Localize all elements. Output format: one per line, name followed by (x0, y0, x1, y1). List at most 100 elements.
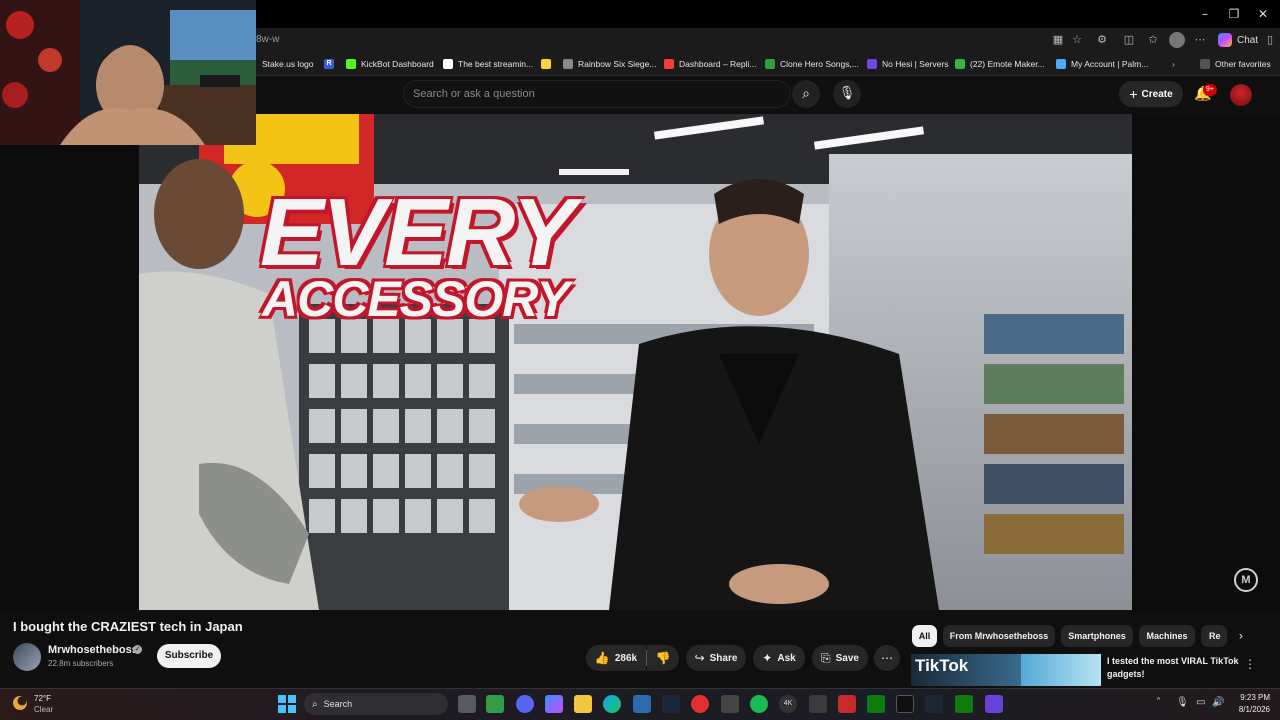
bookmark-item[interactable]: (22) Emote Maker... (955, 56, 1045, 72)
channel-name[interactable]: Mrwhosetheboss (48, 644, 138, 656)
bookmark-item[interactable]: Stake.us logo (262, 56, 314, 72)
bookmark-item[interactable]: Rainbow Six Siege... (563, 56, 656, 72)
task-view-icon[interactable] (458, 695, 476, 713)
chip-partial[interactable]: Re (1201, 625, 1227, 647)
taskbar-search[interactable]: ⌕ Search (304, 693, 448, 715)
split-screen-icon[interactable]: ◫ (1121, 32, 1137, 48)
more-vertical-icon[interactable]: ⋮ (1244, 656, 1256, 672)
minimize-icon[interactable]: – (1190, 4, 1220, 24)
like-button[interactable]: 👍 286k (586, 645, 646, 671)
save-button[interactable]: ⎘ Save (812, 645, 868, 671)
bookmark-item[interactable]: No Hesi | Servers (867, 56, 948, 72)
app-icon[interactable] (691, 695, 709, 713)
chip-from-channel[interactable]: From Mrwhosetheboss (943, 625, 1055, 647)
steam-icon[interactable] (925, 695, 943, 713)
app-icon[interactable] (838, 695, 856, 713)
steam-icon[interactable] (662, 695, 680, 713)
weather-condition[interactable]: Clear (34, 705, 53, 714)
taskbar-date[interactable]: 8/1/2026 (1228, 705, 1270, 714)
other-favorites[interactable]: Other favorites (1200, 56, 1271, 72)
webcam-feed-image (0, 0, 256, 145)
app-icon[interactable] (896, 695, 914, 713)
bookmark-item[interactable]: KickBot Dashboard (346, 56, 434, 72)
maximize-icon[interactable]: ❐ (1219, 4, 1249, 24)
replit-icon (664, 59, 674, 69)
app-icon[interactable] (809, 695, 827, 713)
chevron-right-icon[interactable]: › (1232, 627, 1250, 645)
chip-smartphones[interactable]: Smartphones (1061, 625, 1133, 647)
copilot-taskbar-icon[interactable] (545, 695, 563, 713)
recommendation-title[interactable]: I tested the most VIRAL TikTok gadgets! (1107, 655, 1239, 681)
bookmark-item[interactable]: The best streamin... (443, 56, 533, 72)
subscriber-count: 22.8m subscribers (48, 659, 114, 668)
edge-icon[interactable] (603, 695, 621, 713)
thumbs-down-icon: 👎 (655, 651, 671, 665)
channel-avatar[interactable] (13, 643, 41, 671)
create-button[interactable]: + Create (1119, 81, 1183, 107)
start-menu-icon[interactable] (278, 695, 296, 713)
nvidia-icon[interactable] (486, 695, 504, 713)
bookmark-item[interactable]: R (324, 56, 334, 72)
share-button[interactable]: ↪ Share (686, 645, 746, 671)
account-icon (1056, 59, 1066, 69)
yellow-bookmark-icon (541, 59, 551, 69)
volume-icon[interactable]: 🔊 (1212, 697, 1224, 708)
nohesi-icon (867, 59, 877, 69)
bookmark-item[interactable]: Clone Hero Songs,... (765, 56, 859, 72)
network-icon[interactable]: ▭ (1196, 697, 1205, 708)
recommendation-thumbnail[interactable]: TikTok (911, 654, 1101, 686)
webcam-overlay (0, 0, 256, 145)
file-explorer-icon[interactable] (574, 695, 592, 713)
bookmark-item[interactable]: Dashboard – Repli... (664, 56, 757, 72)
app-icon[interactable] (985, 695, 1003, 713)
bookmark-item[interactable]: My Account | Palm... (1056, 56, 1148, 72)
discord-icon[interactable] (516, 695, 534, 713)
streaming-icon (443, 59, 453, 69)
store-icon[interactable] (633, 695, 651, 713)
bookmark-icon: ⎘ (821, 650, 831, 665)
more-actions-button[interactable]: ⋯ (874, 645, 900, 671)
4k-app-icon[interactable]: 4K (779, 695, 797, 713)
sidebar-toggle-icon[interactable]: ▯ (1262, 32, 1278, 48)
chip-machines[interactable]: Machines (1139, 625, 1195, 647)
ask-button[interactable]: ✦ Ask (753, 645, 805, 671)
url-text[interactable]: 8w-w (256, 34, 279, 45)
settings-icon[interactable] (721, 695, 739, 713)
copilot-chat-button[interactable]: Chat (1218, 31, 1258, 49)
chip-all[interactable]: All (912, 625, 937, 647)
extensions-icon[interactable]: ⚙ (1094, 32, 1110, 48)
share-icon: ↪ (694, 651, 705, 665)
thumbnail-text: TikTok (915, 656, 969, 675)
microphone-tray-icon[interactable]: 🎙 (1176, 697, 1189, 708)
chevron-up-icon[interactable]: ˄ (1156, 697, 1161, 708)
channel-watermark-icon[interactable]: M (1234, 568, 1258, 592)
subscribe-button[interactable]: Subscribe (157, 644, 221, 668)
dislike-button[interactable]: 👎 (647, 645, 679, 671)
folder-icon (1200, 59, 1210, 69)
profile-icon[interactable] (1169, 32, 1185, 48)
bookmark-item[interactable] (541, 56, 551, 72)
sparkle-icon: ✦ (762, 651, 773, 665)
thumbnail-art (1021, 654, 1101, 686)
kickbot-icon (346, 59, 356, 69)
bookmarks-overflow-icon[interactable]: › (1172, 56, 1175, 72)
video-title: I bought the CRAZIEST tech in Japan (13, 619, 243, 634)
more-menu-icon[interactable]: ⋯ (1192, 32, 1208, 48)
plus-icon: + (1129, 86, 1138, 102)
close-icon[interactable]: ✕ (1248, 4, 1278, 24)
xbox-icon[interactable] (867, 695, 885, 713)
xbox-icon[interactable] (955, 695, 973, 713)
app-grid-icon[interactable]: ▦ (1050, 32, 1066, 48)
spotify-icon[interactable] (750, 695, 768, 713)
notification-badge: 9+ (1203, 84, 1217, 96)
account-avatar[interactable] (1230, 84, 1252, 106)
moon-weather-icon[interactable] (13, 696, 27, 710)
chat-label: Chat (1237, 34, 1259, 46)
microphone-icon[interactable]: 🎙 (833, 80, 861, 108)
weather-temperature[interactable]: 72°F (34, 694, 51, 703)
favorites-icon[interactable]: ✩ (1145, 32, 1161, 48)
taskbar-time[interactable]: 9:23 PM (1228, 693, 1270, 702)
emote-maker-icon (955, 59, 965, 69)
search-icon[interactable]: ⌕ (792, 80, 820, 108)
star-favorite-icon[interactable]: ☆ (1069, 32, 1085, 48)
